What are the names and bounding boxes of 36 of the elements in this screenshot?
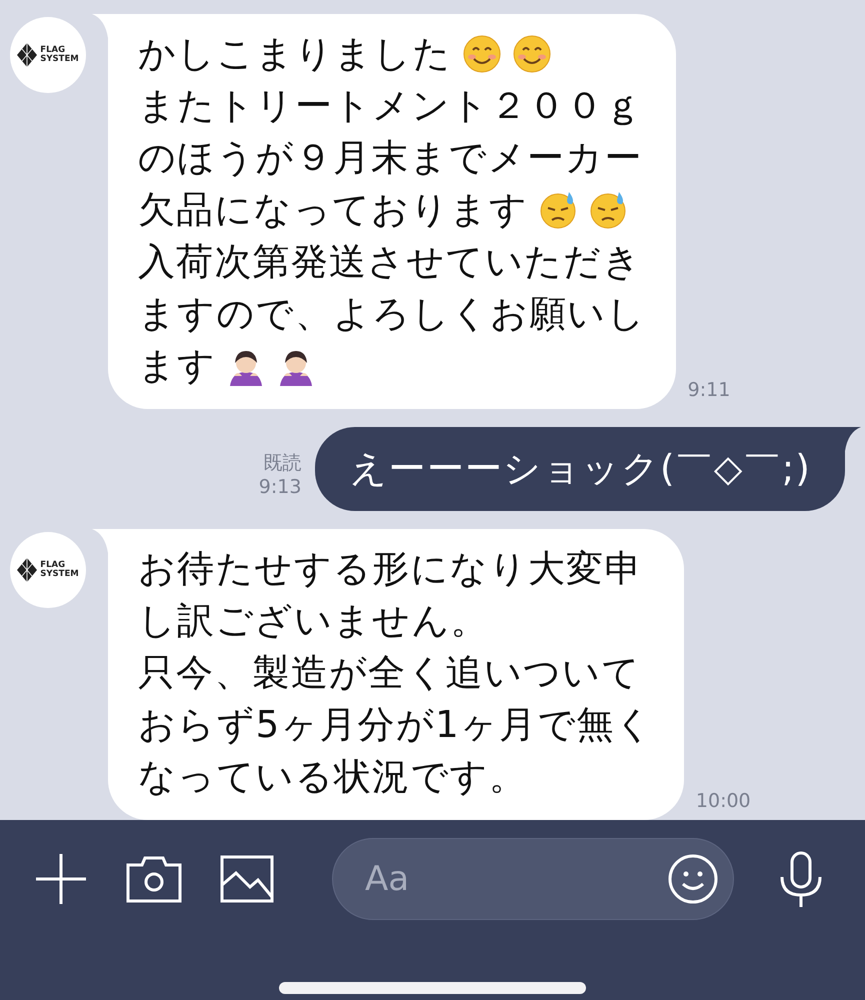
message-text: ます: [138, 343, 216, 389]
logo-text: SYSTEM: [40, 55, 79, 64]
message-text: えーーーショック(￣◇￣;): [349, 446, 811, 492]
message-input[interactable]: Aa: [363, 858, 667, 900]
smiling-face-icon: [462, 34, 502, 74]
diamond-logo-icon: [17, 43, 38, 67]
message-text: お待たせする形になり大変申: [138, 546, 643, 592]
message-text: のほうが９月末までメーカー: [138, 135, 643, 181]
read-receipt: 既読: [263, 451, 302, 475]
smiling-face-icon: [512, 34, 552, 74]
message-time: 10:00: [696, 790, 751, 812]
message-text: し訳ございません。: [138, 598, 489, 644]
image-icon[interactable]: [220, 855, 274, 903]
microphone-icon[interactable]: [778, 851, 824, 907]
camera-icon[interactable]: [126, 855, 182, 903]
message-text: 入荷次第発送させていただき: [138, 239, 642, 285]
logo-text: FLAG: [40, 561, 66, 570]
message-text: なっている状況です。: [138, 754, 527, 800]
logo-text: FLAG: [40, 46, 66, 55]
message-field[interactable]: Aa: [332, 838, 734, 920]
avatar[interactable]: FLAG SYSTEM: [10, 17, 86, 93]
sweat-face-icon: [538, 190, 578, 230]
message-text: 欠品になっております: [138, 187, 528, 233]
emoji-icon[interactable]: [667, 853, 719, 905]
message-text: おらず5ヶ月分が1ヶ月で無く: [138, 702, 654, 748]
plus-icon[interactable]: [34, 852, 88, 906]
logo-text: SYSTEM: [40, 570, 79, 579]
sweat-face-icon: [588, 190, 628, 230]
message-text: ますので、よろしくお願いし: [138, 291, 646, 337]
message-time: 9:11: [688, 379, 730, 401]
diamond-logo-icon: [17, 558, 38, 582]
avatar[interactable]: FLAG SYSTEM: [10, 532, 86, 608]
message-text: かしこまりました: [138, 31, 452, 77]
message-text: またトリートメント２００ｇ: [138, 83, 643, 129]
message-time: 9:13: [258, 475, 302, 499]
message-text: 只今、製造が全く追いついて: [138, 650, 641, 696]
